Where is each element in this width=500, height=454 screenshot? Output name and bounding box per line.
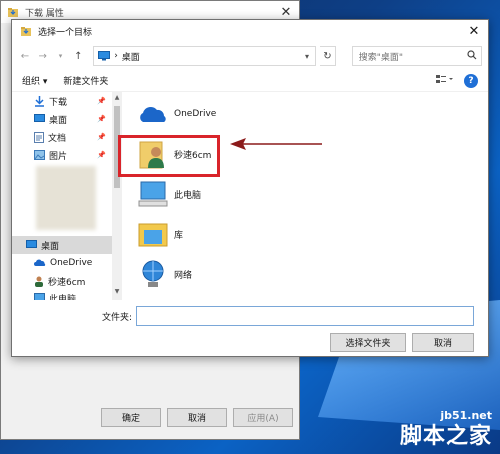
dialog-close-button[interactable]: ✕ (460, 24, 488, 39)
recent-chevron-icon[interactable]: ▾ (54, 52, 68, 60)
nav-item-label: 桌面 (41, 241, 60, 252)
nav-item-pictures[interactable]: 图片 📌 (12, 146, 112, 164)
dialog-cancel-button[interactable]: 取消 (412, 333, 474, 352)
content-item-label: 网络 (174, 270, 193, 281)
desktop-icon (26, 240, 37, 248)
navigation-scrollbar[interactable]: ▲ ▼ (112, 92, 122, 300)
content-item-onedrive[interactable]: OneDrive (138, 96, 216, 132)
command-toolbar: 组织 ▾ 新建文件夹 ? (12, 70, 488, 92)
content-item-library[interactable]: 库 (138, 216, 183, 252)
library-icon (138, 219, 168, 249)
dialog-body: 下载 📌 桌面 📌 文档 📌 图片 📌 桌面 OneDrive 秒速6cm 此电… (12, 92, 490, 300)
apply-button[interactable]: 应用(A) (233, 408, 293, 427)
forward-arrow-icon[interactable]: → (36, 51, 50, 62)
scroll-up-icon[interactable]: ▲ (112, 94, 122, 104)
folder-input[interactable] (136, 306, 474, 326)
pin-icon: 📌 (97, 97, 106, 105)
document-icon (34, 131, 44, 143)
navigation-bar: ← → ▾ ↑ › 桌面 ▾ ↻ 搜索"桌面" (12, 42, 488, 70)
folder-download-icon (8, 8, 18, 17)
search-box[interactable]: 搜索"桌面" (351, 46, 482, 66)
dialog-title: 选择一个目标 (38, 27, 93, 38)
properties-buttons: 确定 取消 应用(A) (101, 408, 293, 427)
folder-download-icon (21, 27, 31, 36)
user-icon (35, 276, 43, 287)
nav-item-label: 图片 (49, 151, 68, 162)
search-placeholder: 搜索"桌面" (358, 52, 404, 63)
dialog-titlebar: 选择一个目标 ✕ (12, 20, 488, 42)
highlight-box (118, 135, 220, 177)
properties-cancel-button[interactable]: 取消 (167, 408, 227, 427)
new-folder-button[interactable]: 新建文件夹 (63, 74, 108, 87)
content-item-label: OneDrive (174, 109, 217, 119)
content-item-label: 此电脑 (174, 190, 202, 201)
folder-content: OneDrive 秒速6cm 此电脑 库 网络 (124, 92, 490, 300)
blurred-region (36, 166, 96, 230)
nav-item-desktop-quick[interactable]: 桌面 📌 (12, 110, 112, 128)
nav-item-this-pc[interactable]: 此电脑 (12, 289, 112, 300)
computer-icon (138, 179, 168, 209)
back-arrow-icon[interactable]: ← (18, 51, 32, 62)
view-options-icon[interactable] (436, 74, 454, 87)
nav-item-label: 下载 (49, 97, 68, 108)
organize-menu[interactable]: 组织 ▾ (22, 74, 47, 87)
pin-icon: 📌 (97, 133, 106, 141)
address-dropdown-icon[interactable]: ▾ (299, 52, 315, 61)
nav-item-documents[interactable]: 文档 📌 (12, 128, 112, 146)
help-icon[interactable]: ? (464, 73, 478, 88)
picture-icon (34, 150, 45, 160)
dialog-footer: 文件夹: 选择文件夹 取消 (12, 302, 490, 358)
nav-item-desktop[interactable]: 桌面 (12, 236, 112, 254)
nav-item-label: 桌面 (49, 115, 68, 126)
pointer-arrow-icon (230, 138, 322, 150)
up-arrow-icon[interactable]: ↑ (71, 51, 85, 62)
onedrive-cloud-icon (138, 99, 168, 129)
download-arrow-icon (35, 95, 44, 107)
watermark-brand: 脚本之家 (399, 423, 492, 449)
desktop-icon (34, 114, 45, 122)
address-path[interactable]: 桌面 (122, 50, 295, 63)
address-bar[interactable]: › 桌面 ▾ (93, 46, 316, 66)
address-separator: › (114, 51, 118, 61)
onedrive-cloud-icon (34, 259, 46, 266)
nav-item-downloads[interactable]: 下载 📌 (12, 92, 112, 110)
nav-item-label: 此电脑 (49, 294, 77, 301)
nav-item-label: OneDrive (50, 258, 93, 268)
scroll-down-icon[interactable]: ▼ (112, 288, 122, 298)
nav-item-onedrive[interactable]: OneDrive (12, 254, 112, 272)
select-target-dialog: 选择一个目标 ✕ ← → ▾ ↑ › 桌面 ▾ ↻ 搜索"桌面" 组织 ▾ 新建… (11, 19, 489, 357)
nav-item-user[interactable]: 秒速6cm (12, 272, 112, 290)
computer-icon (34, 293, 45, 300)
search-icon[interactable] (463, 49, 481, 63)
refresh-icon[interactable]: ↻ (320, 46, 336, 66)
desktop-icon (98, 51, 111, 61)
properties-title: 下载 属性 (25, 8, 64, 19)
properties-close-button[interactable]: ✕ (273, 5, 299, 20)
select-folder-button[interactable]: 选择文件夹 (330, 333, 406, 352)
content-item-network[interactable]: 网络 (138, 256, 192, 292)
pin-icon: 📌 (97, 151, 106, 159)
content-item-label: 库 (174, 230, 184, 241)
nav-item-label: 秒速6cm (48, 277, 86, 288)
network-icon (138, 259, 168, 289)
nav-item-label: 文档 (48, 133, 67, 144)
navigation-pane: 下载 📌 桌面 📌 文档 📌 图片 📌 桌面 OneDrive 秒速6cm 此电… (12, 92, 112, 300)
pin-icon: 📌 (97, 115, 106, 123)
ok-button[interactable]: 确定 (101, 408, 161, 427)
content-item-this-pc[interactable]: 此电脑 (138, 176, 201, 212)
folder-label: 文件夹: (102, 313, 133, 323)
